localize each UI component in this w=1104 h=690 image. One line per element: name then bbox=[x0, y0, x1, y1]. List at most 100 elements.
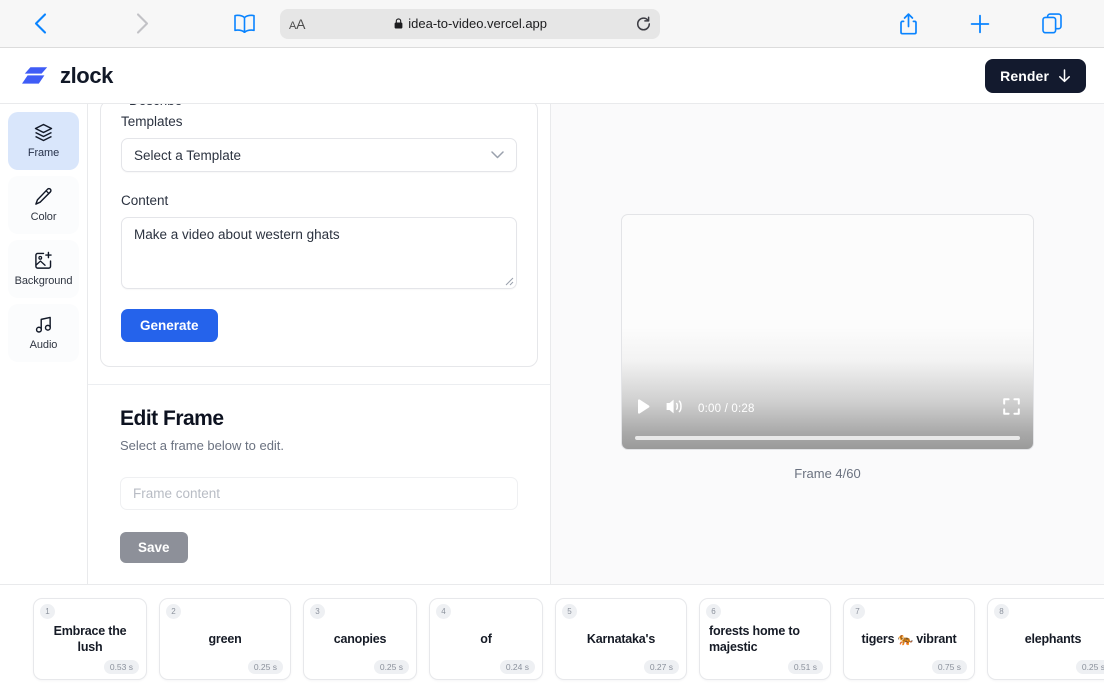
sidebar-item-frame-label: Frame bbox=[28, 147, 59, 159]
frame-card[interactable]: 7 tigers 🐅 vibrant 0.75 s bbox=[843, 598, 975, 680]
url-text: idea-to-video.vercel.app bbox=[408, 16, 547, 31]
reload-icon bbox=[636, 16, 651, 32]
frame-index-badge: 1 bbox=[40, 604, 55, 619]
share-icon bbox=[900, 13, 917, 35]
describe-fieldset: Describe Templates Select a Template Con… bbox=[100, 104, 538, 367]
share-button[interactable] bbox=[886, 9, 930, 39]
brand[interactable]: zlock bbox=[22, 63, 113, 89]
video-controls-row: 0:00 / 0:28 bbox=[635, 398, 1020, 420]
volume-icon bbox=[665, 398, 684, 415]
chevron-left-icon bbox=[34, 13, 47, 34]
generate-button[interactable]: Generate bbox=[121, 309, 218, 342]
frame-index-badge: 7 bbox=[850, 604, 865, 619]
filmstrip-area: 1 Embrace the lush 0.53 s 2 green 0.25 s… bbox=[0, 584, 1104, 690]
filmstrip[interactable]: 1 Embrace the lush 0.53 s 2 green 0.25 s… bbox=[33, 598, 1104, 680]
layers-icon bbox=[34, 123, 53, 142]
preview-area: 0:00 / 0:28 Frame 4/60 bbox=[551, 104, 1104, 584]
workspace: Frame Color Background Audio bbox=[0, 104, 1104, 584]
video-time: 0:00 / 0:28 bbox=[698, 403, 755, 415]
frame-card[interactable]: 3 canopies 0.25 s bbox=[303, 598, 417, 680]
forward-button[interactable] bbox=[120, 9, 164, 39]
frame-card-text: of bbox=[439, 631, 533, 647]
play-button[interactable] bbox=[635, 398, 651, 420]
app-header: zlock Render bbox=[0, 48, 1104, 104]
chevron-down-icon bbox=[491, 151, 504, 159]
frame-card-text: elephants bbox=[997, 631, 1104, 647]
video-player[interactable]: 0:00 / 0:28 bbox=[621, 214, 1034, 450]
frame-duration-badge: 0.75 s bbox=[932, 660, 967, 674]
sidebar-item-color[interactable]: Color bbox=[8, 176, 79, 234]
content-textarea[interactable]: Make a video about western ghats bbox=[121, 217, 517, 289]
sidebar-item-audio-label: Audio bbox=[30, 339, 58, 351]
zlock-logo-icon bbox=[22, 65, 50, 87]
frame-duration-badge: 0.24 s bbox=[500, 660, 535, 674]
content-label: Content bbox=[121, 193, 517, 208]
plus-icon bbox=[970, 14, 990, 34]
editor-panel: Describe Templates Select a Template Con… bbox=[88, 104, 551, 584]
frame-card[interactable]: 6 forests home to majestic 0.51 s bbox=[699, 598, 831, 680]
reload-button[interactable] bbox=[636, 16, 651, 32]
frame-duration-badge: 0.25 s bbox=[248, 660, 283, 674]
show-tabs-button[interactable] bbox=[1030, 9, 1074, 39]
pen-icon bbox=[34, 187, 53, 206]
text-size-button[interactable]: AA bbox=[289, 16, 305, 32]
editor-panel-scroll[interactable]: Describe Templates Select a Template Con… bbox=[88, 104, 550, 584]
frame-duration-badge: 0.27 s bbox=[644, 660, 679, 674]
volume-button[interactable] bbox=[665, 398, 684, 420]
frame-index-badge: 2 bbox=[166, 604, 181, 619]
frame-card-text: canopies bbox=[313, 631, 407, 647]
back-button[interactable] bbox=[18, 9, 62, 39]
video-progress-bar[interactable] bbox=[635, 436, 1020, 440]
fullscreen-icon bbox=[1003, 398, 1020, 415]
render-button[interactable]: Render bbox=[985, 59, 1086, 93]
frame-card[interactable]: 1 Embrace the lush 0.53 s bbox=[33, 598, 147, 680]
frame-card-text: Karnataka's bbox=[565, 631, 677, 647]
describe-legend: Describe bbox=[123, 104, 188, 108]
play-icon bbox=[635, 398, 651, 415]
sidebar-item-background[interactable]: Background bbox=[8, 240, 79, 298]
sidebar-item-background-label: Background bbox=[15, 275, 73, 287]
url-display: idea-to-video.vercel.app bbox=[305, 16, 636, 31]
frame-card[interactable]: 8 elephants 0.25 s bbox=[987, 598, 1104, 680]
sidebar-item-frame[interactable]: Frame bbox=[8, 112, 79, 170]
frame-card-text: forests home to majestic bbox=[709, 623, 821, 656]
arrow-down-icon bbox=[1058, 69, 1071, 83]
image-plus-icon bbox=[34, 251, 53, 270]
lock-icon bbox=[394, 18, 403, 29]
browser-toolbar: AA idea-to-video.vercel.app bbox=[0, 0, 1104, 48]
frame-duration-badge: 0.53 s bbox=[104, 660, 139, 674]
address-bar[interactable]: AA idea-to-video.vercel.app bbox=[280, 9, 660, 39]
frame-content-input[interactable]: Frame content bbox=[120, 477, 518, 510]
frame-caption: Frame 4/60 bbox=[794, 466, 860, 481]
frame-duration-badge: 0.51 s bbox=[788, 660, 823, 674]
bookmarks-button[interactable] bbox=[222, 9, 266, 39]
brand-name: zlock bbox=[60, 63, 113, 89]
template-select[interactable]: Select a Template bbox=[121, 138, 517, 172]
fullscreen-button[interactable] bbox=[1003, 398, 1020, 420]
frame-index-badge: 4 bbox=[436, 604, 451, 619]
frame-card[interactable]: 5 Karnataka's 0.27 s bbox=[555, 598, 687, 680]
frame-card[interactable]: 4 of 0.24 s bbox=[429, 598, 543, 680]
music-note-icon bbox=[34, 315, 53, 334]
tool-sidebar: Frame Color Background Audio bbox=[0, 104, 88, 584]
video-controls: 0:00 / 0:28 bbox=[622, 387, 1033, 449]
resize-handle-icon[interactable] bbox=[504, 276, 514, 286]
edit-frame-title: Edit Frame bbox=[120, 407, 518, 431]
frame-card[interactable]: 2 green 0.25 s bbox=[159, 598, 291, 680]
edit-frame-subtitle: Select a frame below to edit. bbox=[120, 438, 518, 453]
edit-frame-section: Edit Frame Select a frame below to edit.… bbox=[88, 384, 550, 584]
save-button[interactable]: Save bbox=[120, 532, 188, 563]
frame-card-text: Embrace the lush bbox=[43, 623, 137, 656]
frame-index-badge: 8 bbox=[994, 604, 1009, 619]
new-tab-button[interactable] bbox=[958, 9, 1002, 39]
sidebar-item-color-label: Color bbox=[31, 211, 57, 223]
book-icon bbox=[234, 14, 255, 33]
tabs-icon bbox=[1042, 13, 1062, 34]
sidebar-item-audio[interactable]: Audio bbox=[8, 304, 79, 362]
render-button-label: Render bbox=[1000, 68, 1049, 84]
toolbar-right-group bbox=[886, 9, 1086, 39]
frame-content-placeholder: Frame content bbox=[133, 486, 220, 501]
frame-index-badge: 5 bbox=[562, 604, 577, 619]
frame-duration-badge: 0.25 s bbox=[1076, 660, 1104, 674]
content-textarea-value: Make a video about western ghats bbox=[134, 227, 340, 242]
